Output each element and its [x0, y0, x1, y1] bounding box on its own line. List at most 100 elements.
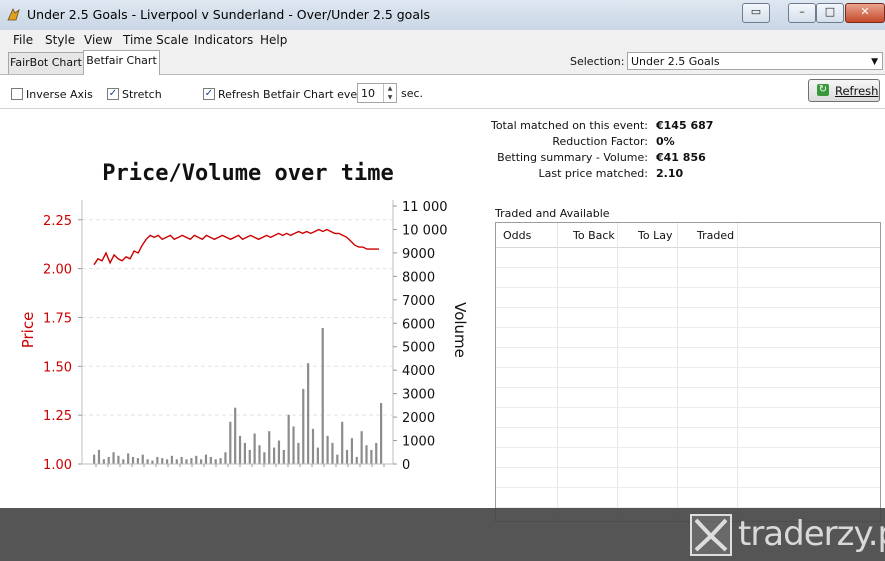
menu-view[interactable]: View: [84, 33, 112, 47]
volume-bar: [200, 459, 203, 464]
grid-row-line: [496, 307, 880, 308]
tab-betfair-chart[interactable]: Betfair Chart: [83, 50, 160, 75]
betting-summary-value: €41 856: [656, 151, 706, 164]
volume-tick-label: 7000: [402, 294, 435, 309]
volume-bar: [165, 459, 169, 464]
volume-bar: [341, 421, 344, 464]
reduction-factor-label: Reduction Factor:: [552, 135, 648, 148]
volume-tick-label: 2000: [402, 411, 435, 426]
minimize-button[interactable]: –: [788, 3, 816, 23]
close-button[interactable]: ✕: [845, 3, 885, 23]
grid-row-line: [496, 427, 880, 428]
selection-dropdown[interactable]: Under 2.5 Goals ▼: [627, 52, 883, 70]
menu-time-scale[interactable]: Time Scale: [123, 33, 188, 47]
volume-bar: [141, 454, 144, 464]
volume-bar: [175, 459, 178, 464]
menu-style[interactable]: Style: [45, 33, 75, 47]
menu-help[interactable]: Help: [260, 33, 287, 47]
volume-bar: [248, 449, 251, 464]
inverse-axis-checkbox[interactable]: [11, 88, 23, 100]
volume-bar: [170, 455, 174, 464]
volume-bar: [297, 442, 300, 464]
traded-grid-header: Odds To Back To Lay Traded: [496, 223, 880, 248]
grid-row-line: [496, 487, 880, 488]
total-matched-label: Total matched on this event:: [490, 119, 648, 132]
grid-row-line: [496, 387, 880, 388]
volume-bar: [316, 447, 319, 464]
volume-tick-label: 9000: [402, 247, 435, 262]
volume-bar: [224, 452, 227, 464]
grid-row-line: [496, 287, 880, 288]
volume-bar: [365, 445, 368, 464]
stretch-checkbox[interactable]: ✓: [107, 88, 119, 100]
volume-bar: [370, 449, 373, 464]
volume-bar: [282, 449, 285, 464]
tab-strip: FairBot Chart Betfair Chart Selection: U…: [0, 49, 885, 75]
selection-label: Selection:: [570, 55, 625, 68]
menu-file[interactable]: File: [13, 33, 33, 47]
price-tick-label: 2.00: [43, 263, 72, 278]
col-odds[interactable]: Odds: [503, 229, 531, 242]
price-tick-label: 1.25: [43, 409, 72, 424]
volume-bar: [102, 459, 105, 464]
volume-bar: [302, 388, 305, 464]
watermark-logo-icon: [690, 514, 732, 556]
grid-row-line: [496, 327, 880, 328]
price-tick-label: 2.25: [43, 214, 72, 229]
volume-bar: [229, 421, 232, 464]
volume-bar: [185, 459, 188, 464]
volume-bar: [117, 455, 120, 464]
refresh-icon: ↻: [817, 84, 829, 96]
volume-bar: [355, 456, 358, 464]
maximize-button[interactable]: □: [816, 3, 844, 23]
volume-tick-label: 5000: [402, 341, 435, 356]
volume-bar: [146, 459, 149, 464]
volume-bar: [321, 327, 324, 464]
volume-bar: [263, 452, 266, 464]
col-to-back[interactable]: To Back: [573, 229, 615, 242]
volume-bar: [292, 426, 295, 464]
stepper-arrows-icon[interactable]: ▲ ▼: [383, 84, 396, 102]
col-traded[interactable]: Traded: [697, 229, 734, 242]
volume-tick-label: 8000: [402, 270, 435, 285]
volume-bar: [190, 458, 193, 464]
volume-bar: [151, 460, 154, 464]
grid-row-line: [496, 467, 880, 468]
volume-bar: [272, 447, 276, 464]
volume-bar: [161, 458, 164, 464]
window-title: Under 2.5 Goals - Liverpool v Sunderland…: [27, 7, 430, 22]
price-volume-chart: Price/Volume over time Price Volume 2.25…: [19, 161, 469, 473]
volume-bar: [195, 455, 198, 464]
title-bar: Under 2.5 Goals - Liverpool v Sunderland…: [0, 0, 885, 31]
volume-tick-label: 6000: [402, 317, 435, 332]
volume-bar: [127, 453, 130, 464]
traded-grid[interactable]: Odds To Back To Lay Traded: [495, 222, 881, 522]
menu-indicators[interactable]: Indicators: [194, 33, 253, 47]
col-to-lay[interactable]: To Lay: [638, 229, 672, 242]
stretch-label: Stretch: [122, 88, 162, 101]
total-matched-value: €145 687: [656, 119, 714, 132]
grid-row-line: [496, 407, 880, 408]
refresh-button-label: Refresh: [835, 84, 879, 98]
volume-bar: [122, 459, 125, 464]
reduction-factor-value: 0%: [656, 135, 675, 148]
volume-bar: [156, 456, 159, 464]
refresh-button[interactable]: ↻ Refresh: [808, 79, 880, 102]
volume-bar: [209, 456, 212, 464]
volume-tick-label: 1000: [402, 435, 435, 450]
volume-bar: [380, 403, 383, 464]
tab-fairbot-chart[interactable]: FairBot Chart: [8, 52, 84, 74]
volume-tick-label: 10 000: [402, 223, 448, 238]
refresh-every-checkbox[interactable]: ✓: [203, 88, 215, 100]
volume-bar: [268, 431, 271, 464]
volume-bar: [112, 452, 115, 464]
volume-bar: [93, 454, 96, 464]
volume-bar: [107, 456, 110, 464]
refresh-interval-stepper[interactable]: 10 ▲ ▼: [357, 83, 397, 103]
price-tick-label: 1.50: [43, 360, 72, 375]
price-tick-label: 1.75: [43, 311, 72, 326]
restore-icon-button[interactable]: ▭: [742, 3, 770, 23]
volume-bar: [360, 431, 363, 464]
volume-tick-label: 0: [402, 458, 410, 473]
grid-row-line: [496, 447, 880, 448]
